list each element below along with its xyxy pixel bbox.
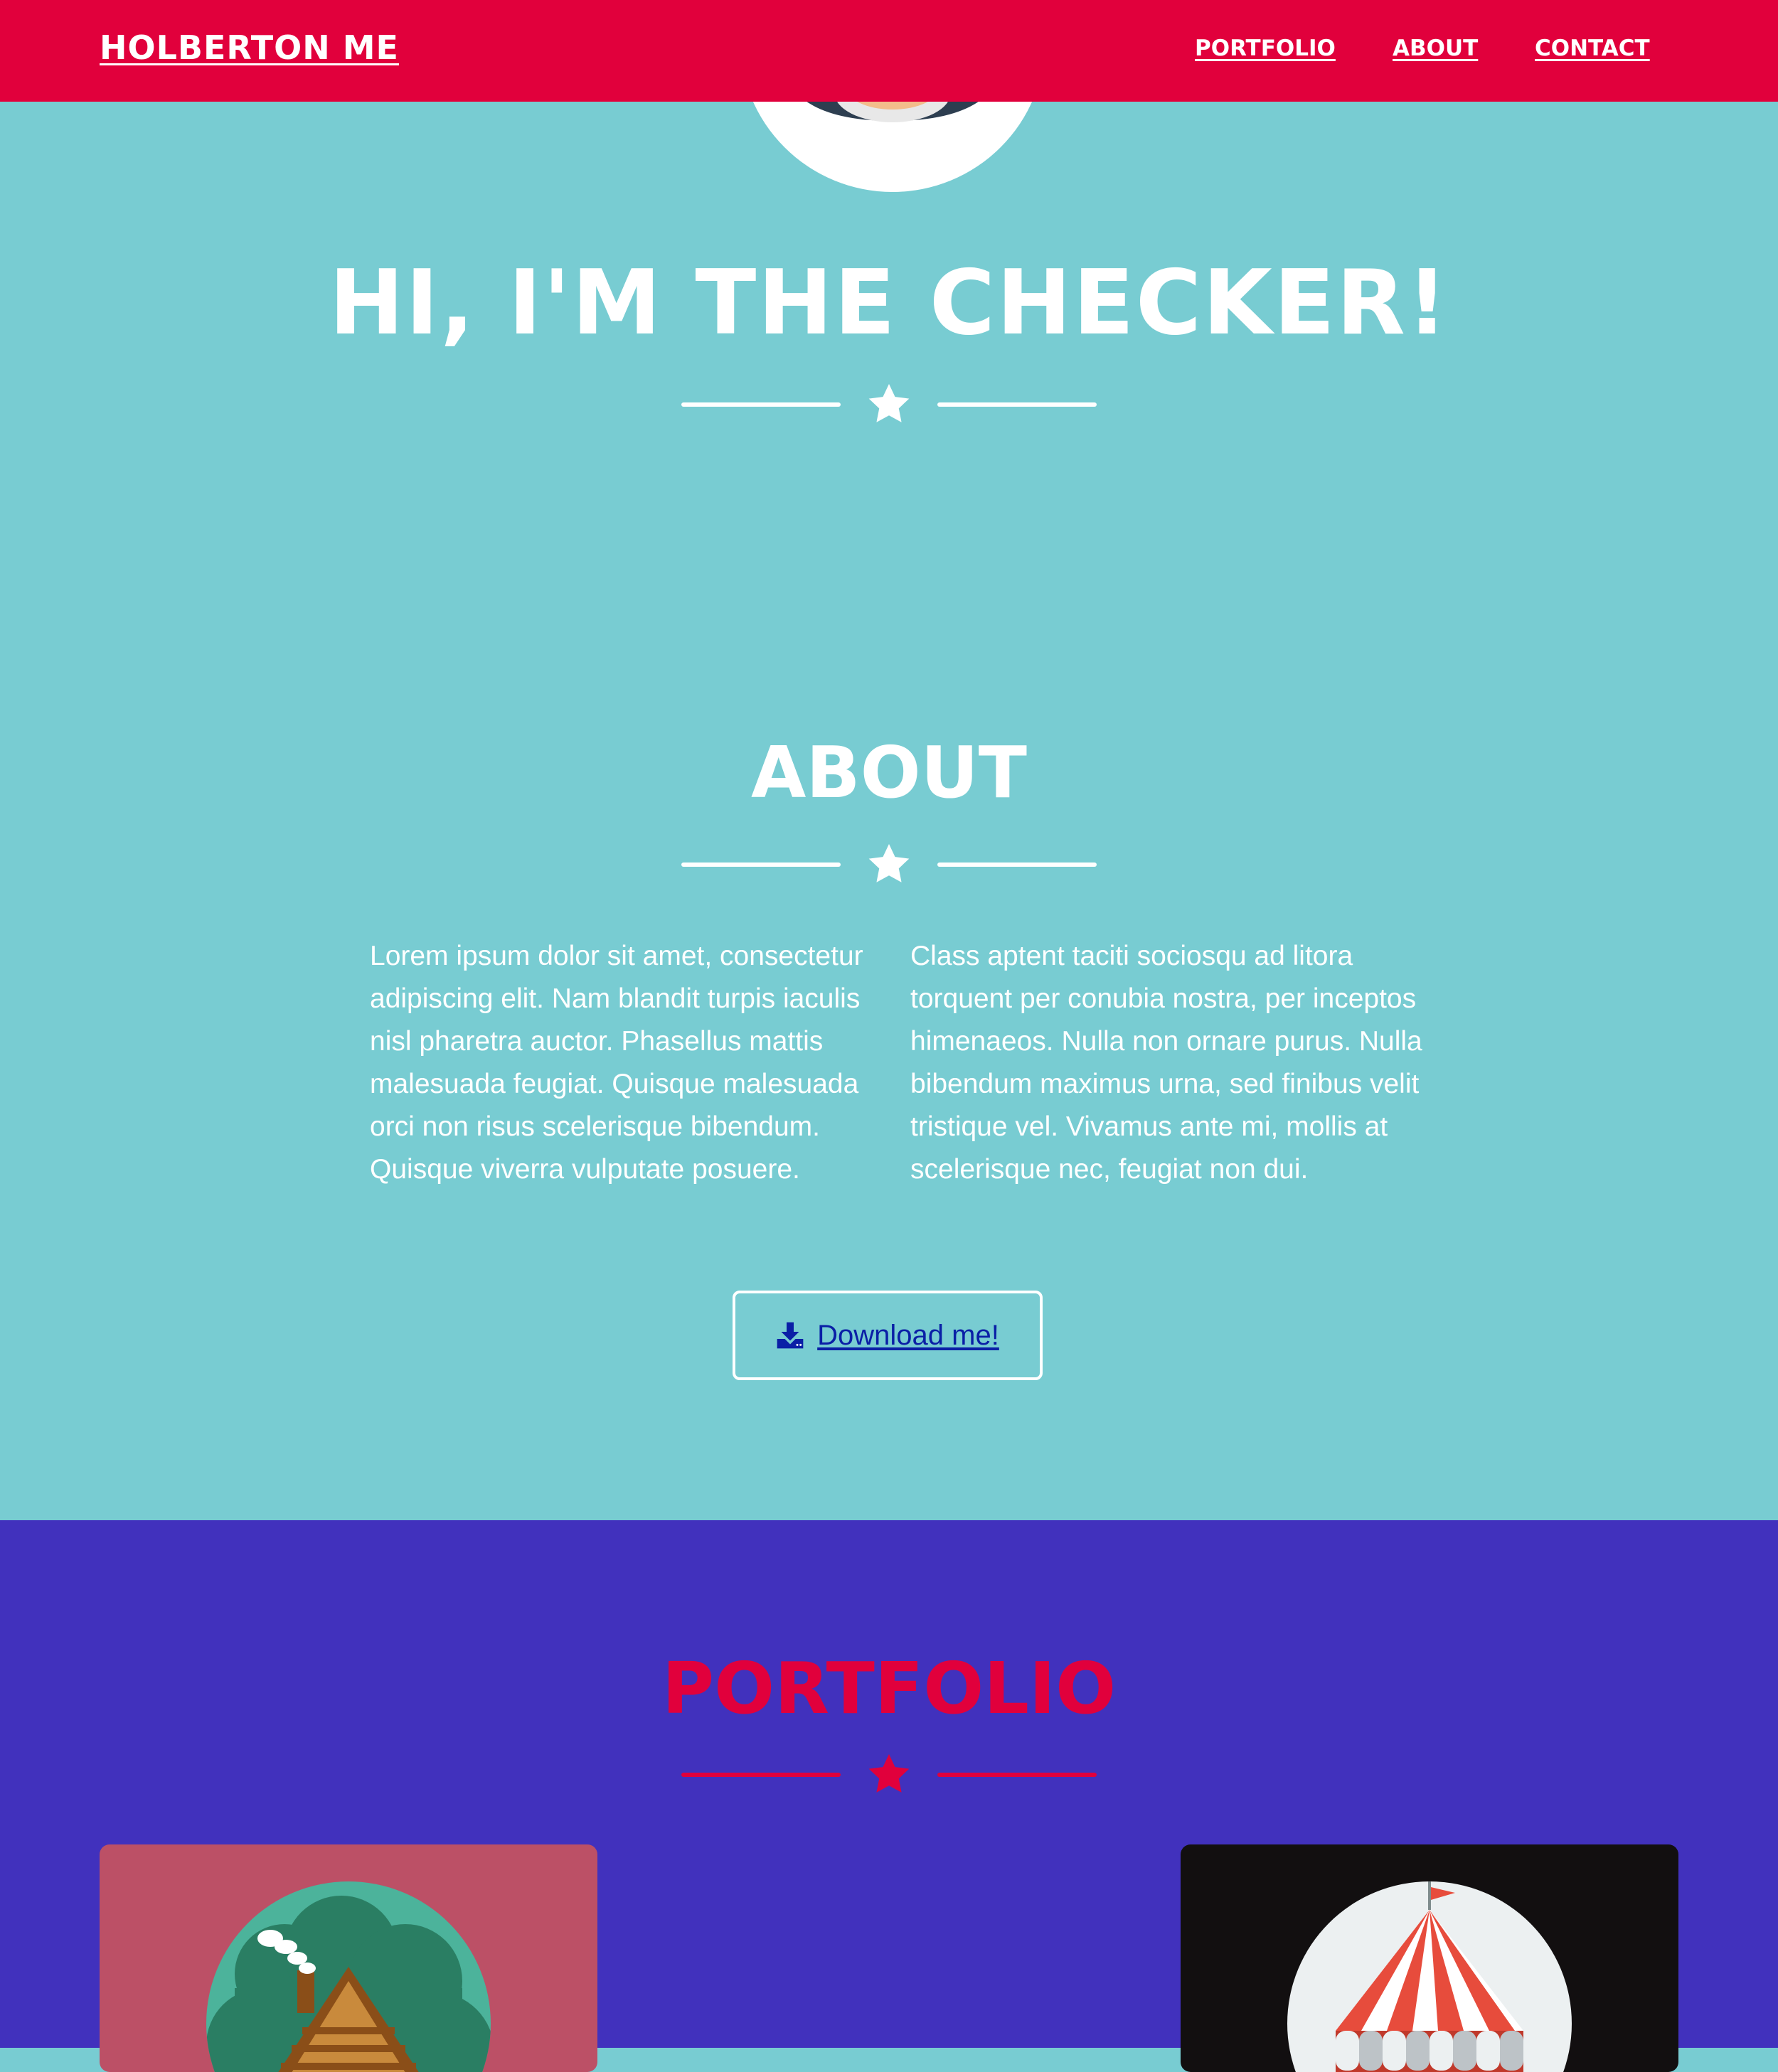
star-icon (868, 843, 910, 882)
about-title: ABOUT (750, 731, 1028, 814)
brand-link[interactable]: HOLBERTON ME (100, 28, 399, 67)
download-button[interactable]: Download me! (733, 1291, 1043, 1380)
divider-line (937, 402, 1097, 407)
portfolio-title: PORTFOLIO (661, 1647, 1117, 1730)
star-icon (868, 383, 910, 422)
download-button-label: Download me! (817, 1319, 999, 1351)
about-paragraph-right: Class aptent taciti sociosqu ad litora t… (910, 941, 1422, 1185)
navbar: HOLBERTON ME PORTFOLIO ABOUT CONTACT (0, 0, 1778, 102)
portfolio-item-circus[interactable] (1181, 1844, 1678, 2072)
nav-link-contact[interactable]: CONTACT (1535, 36, 1650, 61)
about-divider (680, 842, 1098, 887)
nav-link-portfolio[interactable]: PORTFOLIO (1195, 36, 1336, 61)
hero-divider (680, 382, 1098, 427)
portfolio-section: PORTFOLIO (0, 1520, 1778, 2072)
download-icon (777, 1322, 804, 1349)
divider-line (937, 863, 1097, 867)
about-paragraph-left: Lorem ipsum dolor sit amet, consectetur … (370, 941, 863, 1185)
nav-link-about[interactable]: ABOUT (1393, 36, 1478, 61)
circus-tent-icon (1287, 1881, 1572, 2072)
star-icon (868, 1753, 910, 1793)
hero-title: HI, I'M THE CHECKER! (329, 250, 1449, 355)
divider-line (681, 1773, 841, 1777)
cabin-icon (206, 1881, 491, 2072)
divider-line (681, 402, 841, 407)
divider-line (681, 863, 841, 867)
portfolio-divider (680, 1752, 1098, 1798)
divider-line (937, 1773, 1097, 1777)
portfolio-item-cabin[interactable] (100, 1844, 597, 2072)
